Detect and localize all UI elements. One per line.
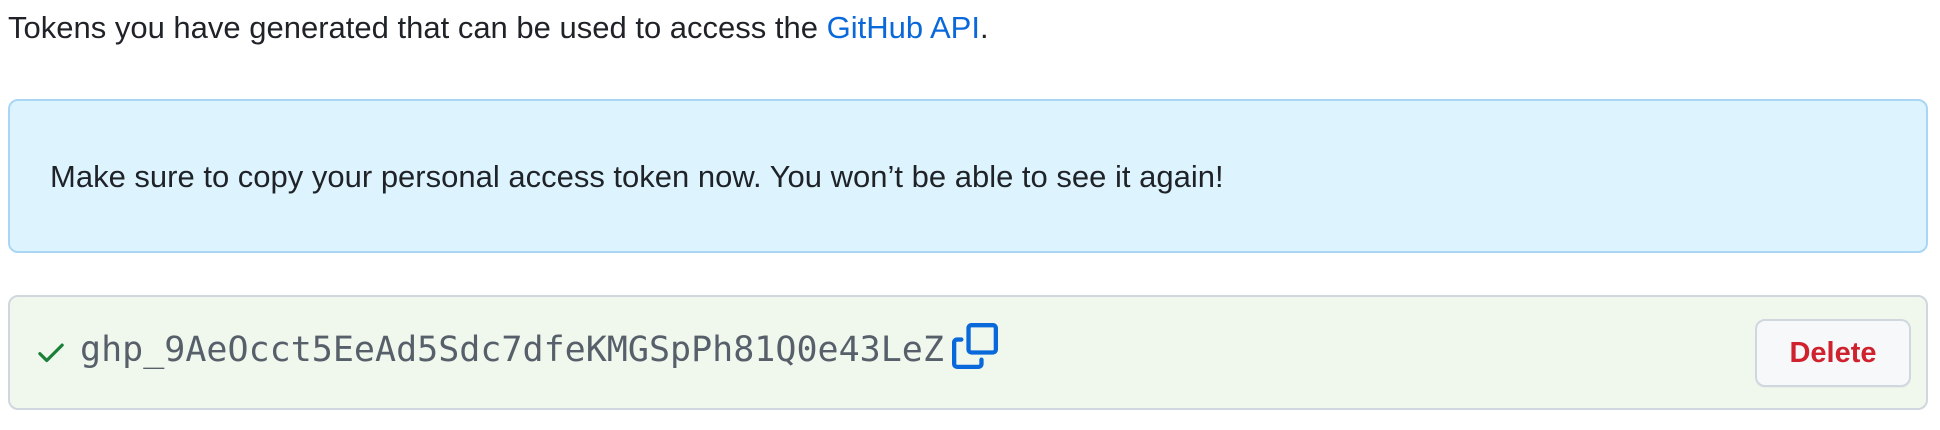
- flash-notice: Make sure to copy your personal access t…: [8, 99, 1928, 253]
- intro-text-prefix: Tokens you have generated that can be us…: [8, 10, 827, 45]
- check-icon: [38, 343, 64, 363]
- github-api-link[interactable]: GitHub API: [827, 10, 980, 45]
- copy-icon[interactable]: [952, 323, 998, 369]
- flash-message: Make sure to copy your personal access t…: [50, 159, 1224, 194]
- intro-text: Tokens you have generated that can be us…: [8, 8, 989, 48]
- token-row: ghp_9AeOcct5EeAd5Sdc7dfeKMGSpPh81Q0e43Le…: [8, 295, 1928, 410]
- delete-button[interactable]: Delete: [1755, 319, 1911, 387]
- token-value: ghp_9AeOcct5EeAd5Sdc7dfeKMGSpPh81Q0e43Le…: [80, 330, 944, 370]
- intro-text-suffix: .: [979, 10, 989, 45]
